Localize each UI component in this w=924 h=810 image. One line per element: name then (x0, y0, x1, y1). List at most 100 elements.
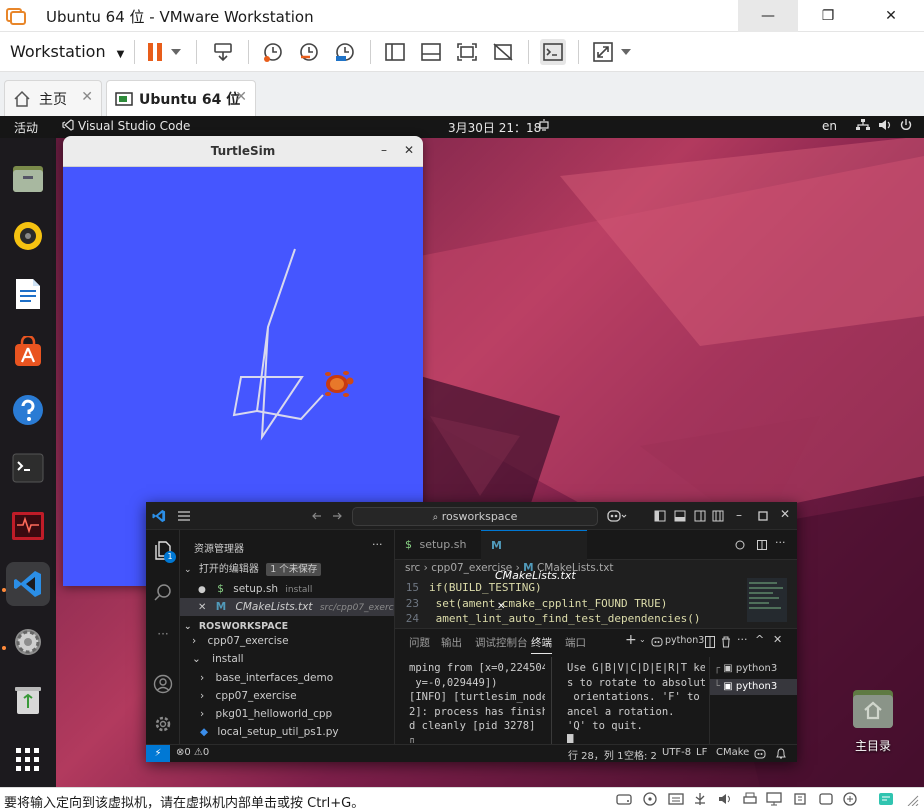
show-library-button[interactable] (382, 39, 408, 65)
network-adapter-icon[interactable] (668, 792, 684, 806)
panel-tab-debug-console[interactable]: 调试控制台 (475, 635, 528, 650)
show-thumbnail-button[interactable] (418, 39, 444, 65)
layout-sidebar-icon[interactable] (654, 510, 666, 522)
full-screen-button[interactable] (454, 39, 480, 65)
dock-app-center[interactable] (6, 330, 50, 374)
search-view-button[interactable] (151, 580, 175, 604)
problems-indicator[interactable]: ⊗0 ⚠0 (176, 747, 209, 758)
tree-item[interactable]: › base_interfaces_demo (180, 669, 394, 687)
open-editor-setup-sh[interactable]: ● $ setup.sh install (180, 580, 394, 598)
editor-more-button[interactable]: ··· (775, 536, 786, 549)
shared-folder-icon[interactable] (842, 792, 858, 806)
accounts-button[interactable] (151, 672, 175, 696)
tab-home[interactable]: 主页 ✕ (4, 80, 102, 116)
breadcrumb-src[interactable]: src (405, 562, 420, 574)
usb-icon[interactable] (692, 792, 708, 806)
terminal-output-right[interactable]: Use G|B|V|C|D|E|R|T key s to rotate to a… (567, 661, 705, 743)
stretch-guest-button[interactable] (590, 39, 616, 65)
suspend-button[interactable] (142, 39, 168, 65)
tab-ubuntu-vm[interactable]: Ubuntu 64 位 ✕ (106, 80, 256, 116)
breadcrumb-file[interactable]: CMakeLists.txt (537, 562, 614, 574)
close-panel-button[interactable]: ✕ (773, 633, 782, 646)
printer-icon[interactable] (742, 792, 758, 806)
tree-item[interactable]: › cpp07_exercise (180, 687, 394, 705)
language-indicator[interactable]: en (822, 119, 837, 133)
customize-layout-icon[interactable] (712, 510, 724, 522)
encoding[interactable]: UTF-8 (662, 747, 691, 758)
arrow-right-icon[interactable] (332, 511, 342, 521)
menu-icon[interactable] (178, 511, 190, 521)
chevron-down-icon[interactable]: ⌄ (639, 635, 646, 644)
language-mode[interactable]: CMake (716, 747, 749, 758)
display-icon[interactable] (766, 792, 782, 806)
bell-icon[interactable] (776, 748, 786, 760)
layout-panel-icon[interactable] (674, 510, 686, 522)
activities-button[interactable]: 活动 (14, 119, 38, 136)
open-editors-section[interactable]: ⌄ 打开的编辑器 1 个未保存 (180, 560, 394, 578)
vscode-window[interactable]: ⌕ rosworkspace – ✕ 1 ··· 资源管理器 ··· ⌄ 打开的… (146, 502, 797, 762)
maximize-panel-button[interactable]: ^ (755, 633, 764, 646)
terminal-output-left[interactable]: mping from [x=0,224504, y=-0,029449]) [I… (409, 661, 545, 743)
editor-tab-cmakelists[interactable]: M CMakeLists.txt ✕ (481, 530, 587, 612)
panel-tab-problems[interactable]: 问题 (409, 635, 430, 650)
copilot-icon[interactable] (606, 509, 628, 523)
code-line[interactable]: 24 ament_lint_auto_find_test_dependencie… (395, 611, 740, 626)
minimap[interactable] (747, 578, 787, 622)
code-line[interactable]: 15 if(BUILD_TESTING) (395, 580, 740, 595)
turtlesim-close-button[interactable]: ✕ (404, 143, 414, 157)
dock-vscode[interactable] (6, 562, 50, 606)
terminal-list-item-active[interactable]: └ ▣ python3 (710, 679, 797, 695)
manage-button[interactable] (151, 712, 175, 736)
close-icon[interactable]: ✕ (198, 602, 206, 613)
dock-trash[interactable] (6, 678, 50, 722)
console-view-button[interactable] (540, 39, 566, 65)
tree-item[interactable]: › pkg01_helloworld_cpp (180, 705, 394, 723)
vscode-minimize-button[interactable]: – (736, 508, 742, 522)
vscode-maximize-button[interactable] (758, 511, 768, 521)
new-terminal-button[interactable]: + (625, 632, 637, 648)
minimize-button[interactable]: — (738, 0, 798, 32)
copilot-status-icon[interactable] (754, 748, 766, 760)
unity-mode-button[interactable] (490, 39, 516, 65)
usb-controller-icon[interactable] (792, 792, 808, 806)
dock-help[interactable] (6, 388, 50, 432)
cursor-position[interactable]: 行 28，列 1 (568, 747, 623, 762)
power-icon[interactable] (900, 119, 912, 134)
tree-item[interactable]: ◆ local_setup_util_ps1.py (180, 723, 394, 741)
terminal-list-item[interactable]: ┌ ▣ python3 (710, 661, 797, 677)
editor-tab-setup-sh[interactable]: $ setup.sh (395, 530, 481, 560)
line-ending[interactable]: LF (696, 747, 707, 758)
maximize-button[interactable]: ❐ (798, 0, 858, 32)
dock-writer[interactable] (6, 272, 50, 316)
guest-screen[interactable]: 活动 Visual Studio Code 3月30日 21：18 en Tur… (0, 116, 924, 787)
revert-snapshot-button[interactable] (296, 39, 322, 65)
panel-tab-output[interactable]: 输出 (441, 635, 462, 650)
device-icon[interactable] (818, 792, 834, 806)
dock-rhythmbox[interactable] (6, 214, 50, 258)
tree-item[interactable]: › cpp07_exercise (180, 632, 394, 650)
dock-files[interactable] (6, 156, 50, 200)
tab-ubuntu-close-button[interactable]: ✕ (235, 89, 247, 105)
clock[interactable]: 3月30日 21：18 (448, 119, 541, 136)
vscode-close-button[interactable]: ✕ (780, 507, 790, 521)
arrow-left-icon[interactable] (312, 511, 322, 521)
dock-settings[interactable] (6, 620, 50, 664)
power-menu-button[interactable] (168, 39, 184, 65)
breadcrumb-folder[interactable]: cpp07_exercise (431, 562, 512, 574)
snapshot-button[interactable] (260, 39, 286, 65)
tree-item[interactable]: ⌄ install (180, 650, 394, 668)
panel-more-button[interactable]: ··· (737, 633, 748, 646)
dock-show-apps[interactable] (6, 738, 50, 782)
desktop-home-folder[interactable]: 主目录 (848, 686, 898, 754)
resize-grip-icon[interactable] (904, 792, 920, 806)
more-views-icon[interactable]: ··· (151, 622, 175, 646)
circle-icon[interactable] (735, 540, 745, 550)
volume-icon[interactable] (878, 119, 892, 134)
remote-indicator[interactable]: ⚡ (146, 745, 170, 762)
turtlesim-minimize-button[interactable]: – (381, 143, 387, 157)
code-line[interactable]: 23 set(ament_cmake_cpplint_FOUND TRUE) (395, 596, 740, 611)
workstation-menu[interactable]: Workstation ▼ (10, 42, 124, 61)
cd-rom-icon[interactable] (642, 792, 658, 806)
indentation[interactable]: 空格: 2 (624, 747, 657, 762)
dock-system-monitor[interactable] (6, 504, 50, 548)
